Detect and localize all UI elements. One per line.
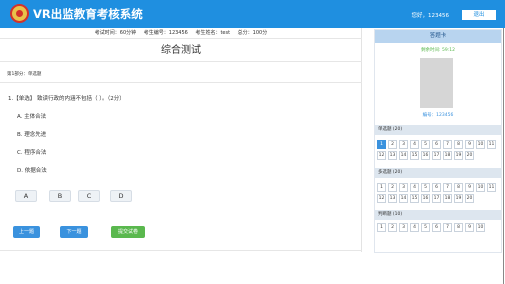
exam-main: 考试时间：60分钟 考生编号：123456 考生姓名：test 总分：100分 …: [0, 28, 362, 252]
question-number-cell[interactable]: 16: [421, 194, 430, 203]
top-bar: VR出监教育考核系统 您好，123456 退出: [0, 0, 505, 28]
question-number-cell[interactable]: 2: [388, 183, 397, 192]
next-button[interactable]: 下一题: [60, 226, 88, 238]
exam-info: 考试时间：60分钟 考生编号：123456 考生姓名：test 总分：100分: [0, 28, 362, 39]
question-number-cell[interactable]: 17: [432, 194, 441, 203]
question-number-cell[interactable]: 15: [410, 194, 419, 203]
exam-title: 综合测试: [161, 45, 201, 56]
question-number-cell[interactable]: 11: [487, 183, 496, 192]
option-b[interactable]: B. 理念先进: [17, 130, 46, 138]
question-number-cell[interactable]: 8: [454, 223, 463, 232]
exam-total: 总分：100分: [237, 30, 268, 36]
question-number-cell[interactable]: 10: [476, 140, 485, 149]
question-number-cell[interactable]: 9: [465, 223, 474, 232]
submit-button[interactable]: 提交试卷: [111, 226, 145, 238]
question-number-cell[interactable]: 10: [476, 223, 485, 232]
welcome-text: 您好，123456: [411, 13, 450, 19]
question-number-cell[interactable]: 17: [432, 151, 441, 160]
exam-name: 考生姓名：test: [195, 30, 231, 36]
question-number-cell[interactable]: 5: [421, 223, 430, 232]
question-number-cell[interactable]: 5: [421, 183, 430, 192]
answer-button-a[interactable]: A: [15, 190, 37, 202]
question-number-cell[interactable]: 18: [443, 151, 452, 160]
emblem-icon: [10, 4, 29, 23]
multi-choice-group-title: 多选题 (20): [375, 168, 501, 178]
question-number-cell[interactable]: 2: [388, 223, 397, 232]
question-text: 1.【单选】 致读行政的内涵不包括（ ）。（2分）: [8, 96, 125, 102]
question-number-cell[interactable]: 16: [421, 151, 430, 160]
question-number-cell[interactable]: 4: [410, 223, 419, 232]
exam-duration: 考试时间：60分钟: [94, 30, 137, 36]
prev-button[interactable]: 上一题: [13, 226, 40, 238]
answer-button-b[interactable]: B: [49, 190, 71, 202]
exam-id: 考生编号：123456: [143, 30, 188, 36]
answer-button-d[interactable]: D: [110, 190, 132, 202]
question-number-cell[interactable]: 8: [454, 183, 463, 192]
answer-sheet-title: 答题卡: [375, 30, 501, 43]
option-a[interactable]: A. 主体合法: [17, 112, 46, 120]
question-number-cell[interactable]: 3: [399, 183, 408, 192]
divider: [0, 61, 362, 62]
question-number-cell[interactable]: 8: [454, 140, 463, 149]
app-title: VR出监教育考核系统: [33, 7, 143, 21]
question-number-cell[interactable]: 14: [399, 151, 408, 160]
true-false-group-title: 判断题 (10): [375, 210, 501, 220]
question-number-cell[interactable]: 11: [487, 140, 496, 149]
question-number-cell[interactable]: 1: [377, 140, 386, 149]
candidate-photo: [420, 58, 453, 108]
question-number-cell[interactable]: 15: [410, 151, 419, 160]
question-number-cell[interactable]: 20: [465, 151, 474, 160]
question-number-cell[interactable]: 9: [465, 183, 474, 192]
question-number-cell[interactable]: 13: [388, 151, 397, 160]
candidate-code: 编号：123456: [422, 113, 454, 118]
countdown-timer: 剩余时间: 59:12: [421, 48, 455, 53]
section-label: 第1部分：单选题: [7, 72, 42, 77]
question-number-cell[interactable]: 10: [476, 183, 485, 192]
question-number-cell[interactable]: 18: [443, 194, 452, 203]
question-number-cell[interactable]: 6: [432, 140, 441, 149]
divider: [0, 250, 362, 251]
question-number-cell[interactable]: 13: [388, 194, 397, 203]
question-number-cell[interactable]: 4: [410, 140, 419, 149]
single-choice-group-title: 单选题 (20): [375, 125, 501, 135]
answer-sheet: 答题卡 剩余时间: 59:12 编号：123456 单选题 (20) 12345…: [374, 29, 502, 253]
question-number-cell[interactable]: 20: [465, 194, 474, 203]
question-number-cell[interactable]: 3: [399, 223, 408, 232]
question-number-cell[interactable]: 7: [443, 140, 452, 149]
question-number-cell[interactable]: 7: [443, 223, 452, 232]
question-number-cell[interactable]: 1: [377, 223, 386, 232]
question-number-cell[interactable]: 6: [432, 223, 441, 232]
question-number-cell[interactable]: 12: [377, 151, 386, 160]
question-number-cell[interactable]: 2: [388, 140, 397, 149]
question-number-cell[interactable]: 5: [421, 140, 430, 149]
divider: [0, 82, 362, 83]
question-number-cell[interactable]: 1: [377, 183, 386, 192]
logout-button[interactable]: 退出: [462, 10, 496, 20]
question-number-cell[interactable]: 7: [443, 183, 452, 192]
question-number-cell[interactable]: 4: [410, 183, 419, 192]
question-number-cell[interactable]: 14: [399, 194, 408, 203]
question-number-cell[interactable]: 19: [454, 151, 463, 160]
question-number-cell[interactable]: 12: [377, 194, 386, 203]
question-number-cell[interactable]: 19: [454, 194, 463, 203]
answer-button-c[interactable]: C: [78, 190, 100, 202]
option-c[interactable]: C. 程序合法: [17, 148, 46, 156]
window-edge: [503, 28, 504, 284]
question-number-cell[interactable]: 3: [399, 140, 408, 149]
question-number-cell[interactable]: 6: [432, 183, 441, 192]
option-d[interactable]: D. 依据合法: [17, 166, 47, 174]
question-number-cell[interactable]: 9: [465, 140, 474, 149]
